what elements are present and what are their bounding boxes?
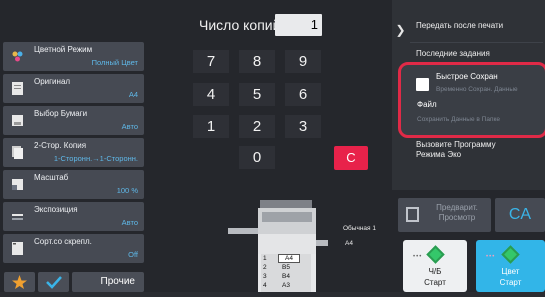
duplex-label: 2-Стор. Копия — [34, 141, 87, 150]
color-dots-icon: ••• — [486, 254, 496, 260]
tray-2-size: B5 — [282, 264, 290, 271]
zoom-button[interactable]: Масштаб 100 % — [3, 170, 144, 199]
tray-1-number: 1 — [263, 255, 267, 262]
paper-select-label: Выбор Бумаги — [34, 109, 88, 118]
favorites-button[interactable] — [4, 272, 35, 292]
check-button[interactable] — [38, 272, 69, 292]
key-7[interactable]: 7 — [193, 50, 229, 73]
color-mode-icon — [12, 51, 23, 62]
tray-1[interactable]: 1 A4 — [261, 254, 311, 263]
key-2[interactable]: 2 — [239, 115, 275, 138]
function-list: Цветной Режим Полный Цвет Оригинал A4 Вы… — [0, 40, 146, 268]
divider — [410, 42, 543, 43]
original-value: A4 — [128, 90, 138, 99]
eco-line-1: Вызовите Программу — [416, 140, 496, 149]
checkmark-icon — [46, 276, 62, 289]
tray-4-number: 4 — [263, 282, 267, 289]
tray-4-size: A3 — [282, 282, 290, 289]
clear-button[interactable]: C — [334, 146, 368, 170]
start-diamond-icon — [426, 245, 445, 264]
color-mode-button[interactable]: Цветной Режим Полный Цвет — [3, 42, 144, 71]
key-9[interactable]: 9 — [285, 50, 321, 73]
key-8[interactable]: 8 — [239, 50, 275, 73]
bw-start-button[interactable]: ••• Ч/Б Старт — [403, 240, 467, 292]
sort-staple-button[interactable]: Сорт.со скрепл. Off — [3, 234, 144, 263]
dots-icon: ••• — [413, 254, 423, 260]
key-4[interactable]: 4 — [193, 83, 229, 106]
tray-3-number: 3 — [263, 273, 267, 280]
exposure-icon — [12, 214, 23, 220]
paper-trays: 1 A4 2 B5 3 B4 4 A3 — [261, 254, 311, 292]
sort-staple-icon — [12, 242, 23, 255]
start-diamond-icon — [501, 245, 520, 264]
others-label: Прочие — [100, 276, 135, 287]
preview-line-1: Предварит. — [436, 203, 478, 212]
paper-select-value: Авто — [121, 122, 138, 131]
bw-start-line-1: Ч/Б — [428, 267, 442, 276]
exposure-value: Авто — [121, 218, 138, 227]
copy-screen: Цветной Режим Полный Цвет Оригинал A4 Вы… — [0, 0, 545, 292]
zoom-icon — [12, 179, 23, 190]
duplex-icon — [12, 146, 23, 159]
file-title[interactable]: Файл — [417, 100, 437, 109]
paper-select-icon — [12, 115, 23, 126]
exposure-button[interactable]: Экспозиция Авто — [3, 202, 144, 231]
key-3[interactable]: 3 — [285, 115, 321, 138]
file-subtitle: Сохранить Данные в Папке — [417, 116, 500, 123]
eco-program-link[interactable]: Вызовите Программу Режима Эко — [416, 140, 496, 160]
key-5[interactable]: 5 — [239, 83, 275, 106]
duplex-value: 1-Сторонн.→1-Сторонн. — [53, 154, 138, 163]
quick-save-checkbox[interactable] — [416, 78, 429, 91]
others-button[interactable]: Прочие — [72, 272, 144, 292]
zoom-value: 100 % — [116, 186, 138, 195]
star-icon — [12, 275, 27, 289]
quick-save-subtitle: Временно Сохран. Данные — [436, 86, 518, 93]
color-start-button[interactable]: ••• Цвет Старт — [476, 240, 545, 292]
duplex-button[interactable]: 2-Стор. Копия 1-Сторонн.→1-Сторонн. — [3, 138, 144, 167]
chevron-right-icon[interactable]: ❯ — [392, 15, 409, 45]
paper-size-label: A4 — [345, 240, 353, 247]
preview-button[interactable]: Предварит. Просмотр — [398, 198, 491, 232]
paper-select-button[interactable]: Выбор Бумаги Авто — [3, 106, 144, 135]
eco-line-2: Режима Эко — [416, 150, 462, 159]
sort-staple-value: Off — [128, 250, 138, 259]
key-6[interactable]: 6 — [285, 83, 321, 106]
exposure-label: Экспозиция — [34, 205, 78, 214]
key-0[interactable]: 0 — [239, 146, 275, 169]
zoom-label: Масштаб — [34, 173, 69, 182]
preview-icon — [406, 207, 419, 222]
key-1[interactable]: 1 — [193, 115, 229, 138]
preview-line-2: Просмотр — [438, 213, 476, 222]
tray-2[interactable]: 2 B5 — [261, 264, 311, 272]
original-icon — [12, 82, 23, 95]
color-start-line-1: Цвет — [501, 267, 520, 276]
tray-1-size: A4 — [278, 254, 300, 263]
tray-3-size: B4 — [282, 273, 290, 280]
color-start-line-2: Старт — [499, 278, 522, 287]
original-label: Оригинал — [34, 77, 71, 86]
quick-save-title[interactable]: Быстрое Сохран — [436, 72, 498, 81]
send-after-print-link[interactable]: Передать после печати — [416, 21, 503, 30]
color-mode-label: Цветной Режим — [34, 45, 93, 54]
sort-staple-label: Сорт.со скрепл. — [34, 237, 92, 246]
original-button[interactable]: Оригинал A4 — [3, 74, 144, 103]
tray-4[interactable]: 4 A3 — [261, 282, 311, 290]
color-mode-value: Полный Цвет — [91, 58, 138, 67]
paper-type-label: Обычная 1 — [343, 225, 376, 232]
bw-start-line-2: Старт — [424, 278, 446, 287]
copies-label: Число копий — [199, 17, 281, 33]
clear-all-button[interactable]: CA — [495, 198, 545, 232]
preview-label: Предварит. Просмотр — [426, 203, 488, 223]
recent-jobs-link[interactable]: Последние задания — [416, 49, 490, 58]
copies-input[interactable]: 1 — [275, 14, 322, 36]
tray-3[interactable]: 3 B4 — [261, 273, 311, 281]
tray-2-number: 2 — [263, 264, 267, 271]
